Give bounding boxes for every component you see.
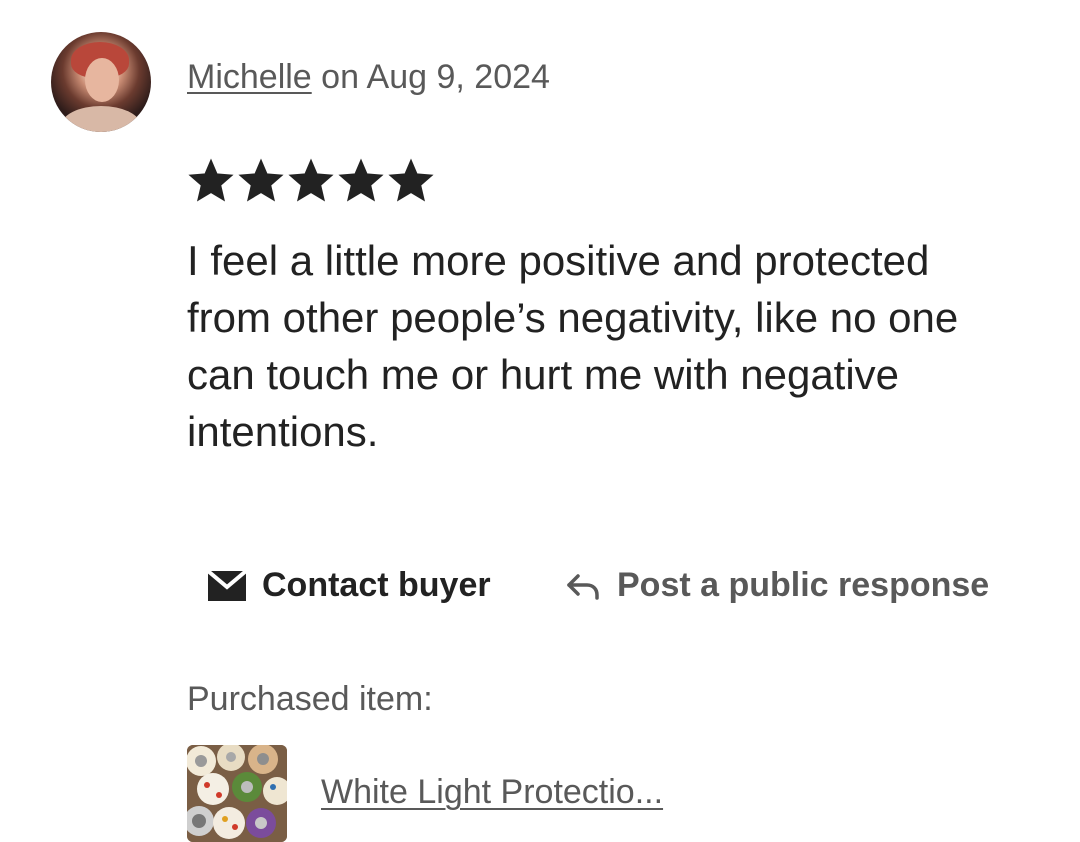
purchased-item-thumbnail[interactable] [187,745,287,842]
star-icon [238,158,284,202]
purchased-item-link[interactable]: White Light Protectio... [321,773,663,812]
review-text: I feel a little more positive and protec… [187,237,959,455]
star-icon [338,158,384,202]
contact-buyer-label: Contact buyer [262,566,491,604]
post-public-response-label: Post a public response [617,566,990,604]
envelope-icon [206,568,248,604]
reviewer-avatar[interactable] [51,32,151,132]
contact-buyer-button[interactable]: Contact buyer [206,566,491,605]
star-icon [288,158,334,202]
star-icon [188,158,234,202]
reply-arrow-icon [565,571,603,601]
avatar-shoulders [61,106,141,132]
reviewer-name-link[interactable]: Michelle [187,58,312,96]
purchased-item-label: Purchased item: [187,680,433,718]
beads-image [187,745,287,842]
review-meta: Michelle on Aug 9, 2024 [187,58,550,97]
post-public-response-button[interactable]: Post a public response [565,566,989,605]
avatar-face [85,58,119,102]
star-icon [388,158,434,202]
review-actions: Contact buyer Post a public response [0,566,1080,616]
review-date: on Aug 9, 2024 [311,58,550,96]
star-rating [187,157,435,205]
